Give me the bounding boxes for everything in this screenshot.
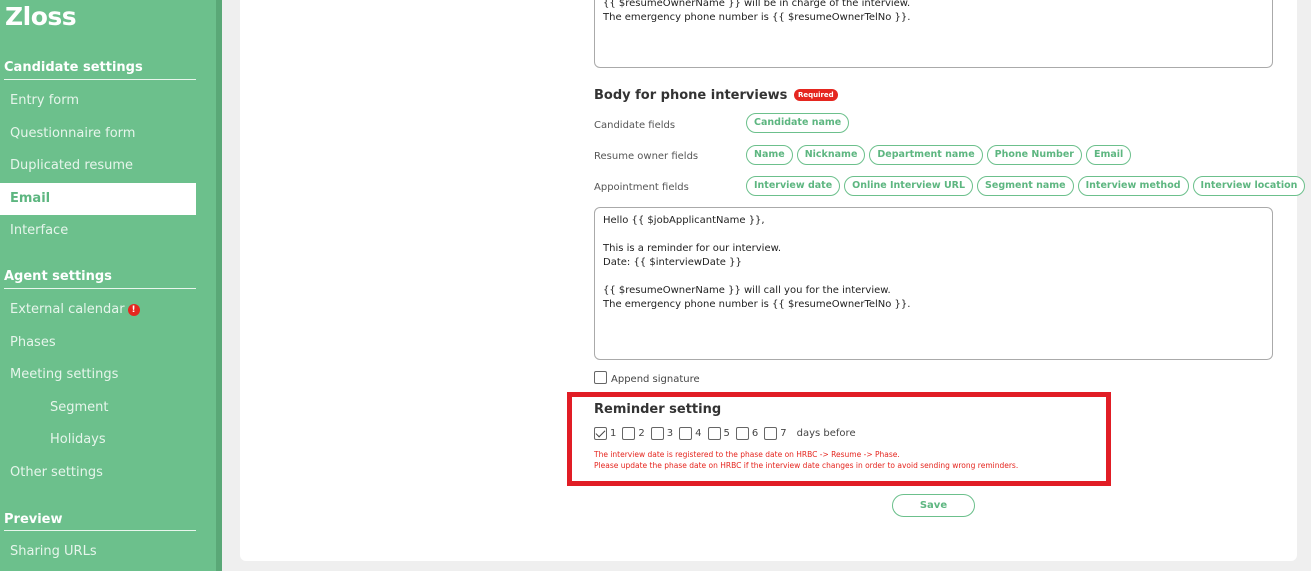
reminder-note-line-2: Please update the phase date on HRBC if … (594, 461, 1019, 470)
field-chip-nickname[interactable]: Nickname (796, 145, 866, 165)
section-divider (4, 530, 196, 531)
field-chip-name[interactable]: Name (746, 145, 793, 165)
appointment-fields-chips: Interview date Online Interview URL Segm… (746, 176, 1306, 196)
reminder-day-label: 7 (780, 428, 787, 439)
sidebar-item-sharing-urls[interactable]: Sharing URLs (10, 544, 97, 559)
append-signature-label: Append signature (611, 374, 700, 385)
field-chip-department-name[interactable]: Department name (869, 145, 983, 165)
section-title-candidate-settings: Candidate settings (4, 60, 143, 75)
field-chip-interview-date[interactable]: Interview date (746, 176, 841, 196)
sidebar-item-other-settings[interactable]: Other settings (10, 465, 103, 480)
reminder-day-checkbox[interactable] (735, 427, 749, 440)
onsite-body-textarea[interactable]: {{ $resumeOwnerName }} will be in charge… (594, 0, 1273, 68)
brand-title: Zloss (5, 2, 77, 31)
section-divider (4, 288, 196, 289)
reminder-day-checkbox[interactable] (594, 427, 607, 440)
reminder-day-checkbox[interactable] (764, 427, 778, 440)
append-signature-row[interactable]: Append signature (594, 371, 700, 385)
field-chip-candidate-name[interactable]: Candidate name (746, 113, 850, 133)
section-title-preview: Preview (4, 512, 63, 527)
resume-owner-fields-chips: Name Nickname Department name Phone Numb… (746, 145, 1132, 165)
sidebar-item-holidays[interactable]: Holidays (50, 432, 106, 447)
field-chip-interview-location[interactable]: Interview location (1192, 176, 1306, 196)
field-chip-email[interactable]: Email (1085, 145, 1132, 165)
section-divider (4, 79, 196, 80)
reminder-day-1[interactable]: 1 (594, 427, 616, 440)
appointment-fields-label: Appointment fields (594, 182, 689, 193)
sidebar-item-email[interactable]: Email (0, 183, 196, 215)
reminder-day-5[interactable]: 5 (707, 427, 730, 440)
sidebar-scrollbar[interactable] (216, 0, 222, 571)
reminder-day-label: 5 (723, 428, 730, 439)
sidebar-item-segment[interactable]: Segment (50, 400, 109, 415)
sidebar-item-label: Email (10, 191, 51, 206)
sidebar-item-duplicated-resume[interactable]: Duplicated resume (10, 158, 133, 173)
sidebar-item-meeting-settings[interactable]: Meeting settings (10, 367, 118, 382)
sidebar-item-questionnaire-form[interactable]: Questionnaire form (10, 126, 135, 141)
sidebar-item-external-calendar[interactable]: External calendar! (10, 302, 140, 317)
candidate-fields-label: Candidate fields (594, 120, 676, 131)
alert-icon: ! (127, 304, 140, 316)
sidebar-item-entry-form[interactable]: Entry form (10, 93, 79, 108)
candidate-fields-chips: Candidate name (746, 113, 850, 133)
reminder-day-6[interactable]: 6 (735, 427, 759, 440)
phone-body-textarea[interactable]: Hello {{ $jobApplicantName }}, This is a… (594, 207, 1273, 360)
reminder-note-line-1: The interview date is registered to the … (594, 450, 900, 459)
reminder-day-3[interactable]: 3 (650, 427, 674, 440)
reminder-day-checkbox[interactable] (679, 427, 693, 440)
reminder-day-2[interactable]: 2 (622, 427, 645, 440)
sidebar: Zloss Candidate settings Entry form Ques… (0, 0, 216, 571)
reminder-day-7[interactable]: 7 (764, 427, 787, 440)
section-title-agent-settings: Agent settings (4, 269, 112, 284)
reminder-day-label: 2 (638, 428, 645, 439)
phone-body-heading: Body for phone interviews Required (594, 88, 838, 103)
reminder-day-checkbox[interactable] (707, 427, 721, 440)
phone-body-title: Body for phone interviews (594, 88, 788, 103)
required-badge: Required (793, 89, 838, 101)
reminder-day-label: 3 (666, 428, 674, 439)
sidebar-item-label: External calendar (10, 302, 125, 317)
sidebar-item-phases[interactable]: Phases (10, 335, 56, 350)
field-chip-phone-number[interactable]: Phone Number (986, 145, 1082, 165)
reminder-setting-title: Reminder setting (594, 402, 722, 417)
reminder-day-label: 4 (695, 428, 702, 439)
save-button[interactable]: Save (892, 494, 975, 517)
append-signature-checkbox[interactable] (594, 371, 607, 384)
resume-owner-fields-label: Resume owner fields (594, 151, 699, 162)
days-before-label: days before (796, 428, 856, 439)
reminder-day-checkbox[interactable] (650, 427, 664, 440)
field-chip-interview-method[interactable]: Interview method (1077, 176, 1189, 196)
field-chip-segment-name[interactable]: Segment name (977, 176, 1074, 196)
reminder-day-label: 1 (610, 428, 617, 439)
field-chip-online-interview-url[interactable]: Online Interview URL (844, 176, 974, 196)
reminder-days-row: 1 2 3 4 5 6 7 days before (594, 427, 856, 440)
reminder-day-label: 6 (751, 428, 759, 439)
reminder-day-4[interactable]: 4 (679, 427, 702, 440)
reminder-day-checkbox[interactable] (622, 427, 636, 440)
sidebar-item-interface[interactable]: Interface (10, 223, 68, 238)
